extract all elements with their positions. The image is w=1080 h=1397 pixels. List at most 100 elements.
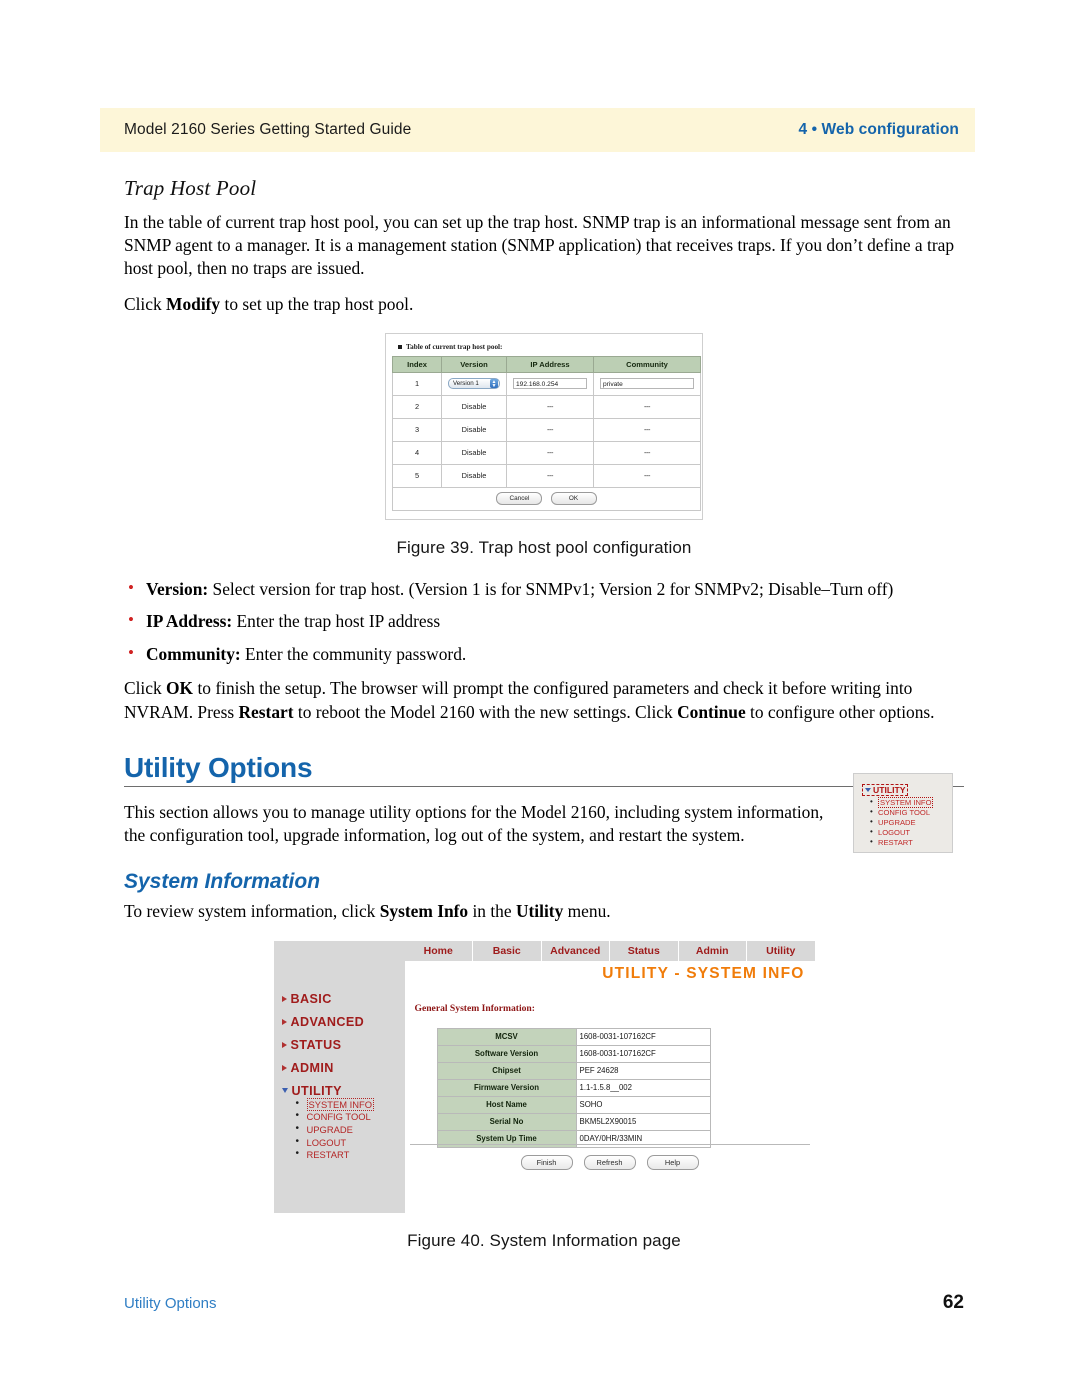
submenu-item-system-info[interactable]: SYSTEM INFO [296,1097,375,1112]
utility-submenu: SYSTEM INFO CONFIG TOOL UPGRADE LOGOUT R… [296,1097,375,1162]
system-info-table: MCSV 1608-0031-107162CF Software Version… [436,1027,711,1148]
sysinfo-key-firmware-version: Firmware Version [436,1078,577,1097]
trap-row-ip-cell: 192.168.0.254 [506,371,594,396]
figure-40-wrapper: Home Basic Advanced Status Admin Utility… [124,940,964,1213]
figure-40-caption: Figure 40. System Information page [407,1230,681,1250]
version-select[interactable]: Version 1 ▲ ▼ [448,378,500,390]
sidebar-item-utility[interactable]: UTILITY [281,1084,342,1098]
table-row: 2 Disable --- --- [392,394,701,419]
chevron-down-icon [865,788,871,792]
submenu-item-upgrade[interactable]: UPGRADE [296,1123,375,1137]
cancel-button[interactable]: Cancel [496,492,543,506]
trap-table-button-row: Cancel OK [392,486,701,511]
bullet-text-ip-address: Enter the trap host IP address [232,611,441,632]
utility-menu-item-logout[interactable]: LOGOUT [870,827,952,838]
utility-menu-title[interactable]: UTILITY [862,784,909,796]
utility-bold: Utility [515,900,564,921]
chevron-down-icon [281,1088,288,1094]
footer-section-label: Utility Options [124,1295,217,1312]
submenu-item-label: LOGOUT [306,1136,347,1148]
ok-para-s1: Click [124,678,167,699]
system-information-page-screenshot: Home Basic Advanced Status Admin Utility… [273,940,815,1213]
trap-paragraph-2: Click Modify to set up the trap host poo… [124,293,964,316]
table-row: 5 Disable --- --- [392,463,701,488]
refresh-button[interactable]: Refresh [583,1154,636,1170]
nav-tab-status[interactable]: Status [609,940,678,961]
trap-host-pool-heading: Trap Host Pool [124,176,257,200]
table-row: 1 Version 1 ▲ ▼ 192.168.0.254 private [392,371,701,396]
heading-rule [124,785,964,788]
trap-col-community: Community [593,355,701,373]
sidebar-item-admin[interactable]: ADMIN [281,1060,334,1075]
sidebar-item-status[interactable]: STATUS [281,1038,342,1052]
chevron-right-icon [281,1018,287,1025]
list-item: IP Address: Enter the trap host IP addre… [124,609,964,633]
webui-divider [409,1143,810,1145]
trap-row-community: --- [593,394,701,419]
submenu-item-restart[interactable]: RESTART [296,1148,375,1162]
figure-39-wrapper: Table of current trap host pool: Index V… [124,332,964,520]
system-information-heading: System Information [124,869,321,893]
square-bullet-icon [398,344,402,349]
bullet-text-version: Select version for trap host. (Version 1… [208,578,894,599]
table-row: Chipset PEF 24628 [436,1061,711,1080]
webui-top-navbar: Home Basic Advanced Status Admin Utility [404,940,815,961]
sidebar-item-basic[interactable]: BASIC [281,992,332,1006]
submenu-item-config-tool[interactable]: CONFIG TOOL [296,1110,375,1124]
sysinfo-key-host-name: Host Name [436,1095,577,1114]
utility-menu-list: SYSTEM INFO CONFIG TOOL UPGRADE LOGOUT R… [862,797,952,848]
trap-host-pool-table: Index Version IP Address Community 1 Ver… [392,355,701,511]
sidebar-item-advanced[interactable]: ADVANCED [281,1014,365,1029]
submenu-item-logout[interactable]: LOGOUT [296,1136,375,1150]
utility-menu-item-upgrade[interactable]: UPGRADE [870,817,952,828]
trap-table-legend-text: Table of current trap host pool: [406,342,503,351]
continue-bold: Continue [677,701,746,722]
sysinfo-key-chipset: Chipset [436,1061,577,1080]
version-select-value: Version 1 [453,380,479,388]
table-row: 3 Disable --- --- [392,417,701,442]
sysinfo-mid: in the [468,900,516,921]
community-input[interactable]: private [600,378,694,390]
table-row: Host Name SOHO [436,1095,711,1114]
system-information-paragraph: To review system information, click Syst… [124,900,964,923]
trap-col-index: Index [392,355,442,373]
header-chapter-title: 4 • Web configuration [798,121,959,138]
nav-tab-advanced[interactable]: Advanced [540,940,610,961]
sysinfo-pre: To review system information, click [124,900,380,921]
utility-menu-item-config-tool[interactable]: CONFIG TOOL [870,807,952,818]
ip-address-input[interactable]: 192.168.0.254 [513,378,587,390]
nav-tab-basic[interactable]: Basic [472,940,541,961]
nav-tab-home[interactable]: Home [405,941,473,961]
trap-host-pool-screenshot: Table of current trap host pool: Index V… [385,332,703,520]
ok-button[interactable]: OK [550,492,597,506]
list-item: Version: Select version for trap host. (… [124,577,964,601]
utility-menu-item-system-info[interactable]: SYSTEM INFO [870,797,952,808]
sidebar-item-label: ADMIN [290,1060,334,1075]
trap-col-version: Version [441,355,507,373]
table-row: MCSV 1608-0031-107162CF [436,1027,711,1046]
webui-page-title: UTILITY - SYSTEM INFO [602,964,805,982]
trap-row-ip: --- [506,463,594,488]
utility-menu-item-restart[interactable]: RESTART [870,837,952,848]
webui-button-row: Finish Refresh Help [410,1154,810,1170]
chevron-right-icon [281,1064,287,1071]
nav-tab-admin[interactable]: Admin [677,940,747,961]
page-content: Trap Host Pool In the table of current t… [124,176,964,1251]
modify-pre-text: Click [124,294,167,315]
help-button[interactable]: Help [646,1154,699,1170]
nav-tab-utility[interactable]: Utility [746,940,815,961]
trap-paragraph-1: In the table of current trap host pool, … [124,212,955,279]
ok-para-s3: to reboot the Model 2160 with the new se… [293,701,678,722]
table-row: 4 Disable --- --- [392,440,701,465]
finish-button[interactable]: Finish [520,1154,573,1170]
general-system-information-label: General System Information: [414,1002,535,1014]
modify-post-text: to set up the trap host pool. [220,294,414,315]
submenu-item-label: RESTART [306,1149,350,1161]
modify-bold: Modify [166,294,221,315]
sysinfo-post: menu. [563,900,611,921]
table-row: Serial No BKM5L2X90015 [436,1112,711,1131]
sidebar-item-label: ADVANCED [290,1014,365,1029]
sysinfo-value-mcsv: 1608-0031-107162CF [575,1027,711,1046]
trap-row-index: 4 [392,440,442,465]
bullet-term-ip-address: IP Address: [146,611,233,632]
